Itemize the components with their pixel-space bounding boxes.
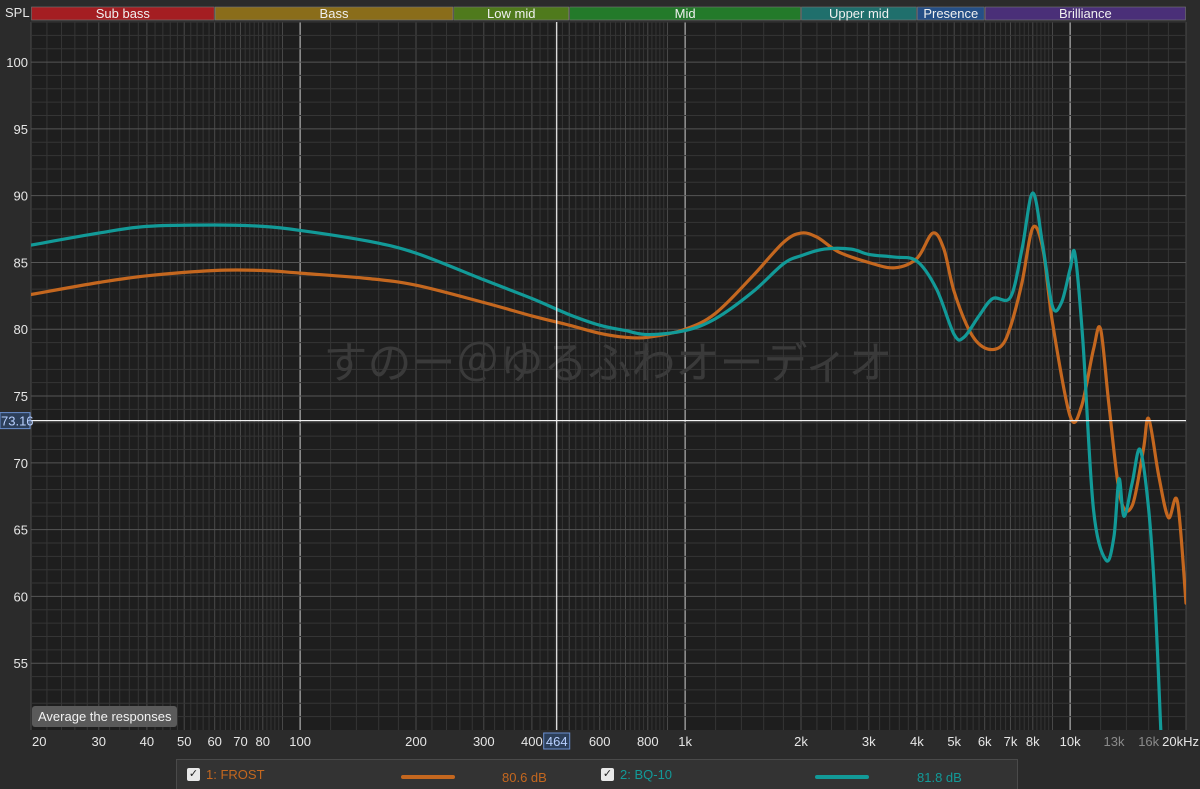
x-tick-label: 300 (473, 734, 495, 749)
y-tick-label: 70 (14, 456, 28, 471)
cursor-x-readout: 464 (546, 734, 568, 749)
frequency-response-chart[interactable]: Sub bass Bass Low mid Mid Upper mid Presence B… (0, 0, 1200, 788)
x-tick-label: 70 (233, 734, 247, 749)
band-label: Upper mid (829, 6, 889, 21)
legend-item-frost[interactable]: ✓ 1: FROST (187, 767, 265, 782)
x-tick-label: 100 (289, 734, 311, 749)
y-tick-label: 55 (14, 656, 28, 671)
x-tick-label: 50 (177, 734, 191, 749)
x-tick-label: 200 (405, 734, 427, 749)
x-tick-label: 80 (256, 734, 270, 749)
band-label: Low mid (487, 6, 535, 21)
x-tick-label: 3k (862, 734, 876, 749)
y-tick-label: 100 (6, 55, 28, 70)
x-tick-label: 60 (207, 734, 221, 749)
x-tick-label: 2k (794, 734, 808, 749)
x-tick-label: 40 (140, 734, 154, 749)
legend-avg-bq10: 81.8 dB (917, 770, 962, 785)
y-tick-label: 65 (14, 523, 28, 538)
legend-item-bq10[interactable]: ✓ 2: BQ-10 (601, 767, 672, 782)
y-tick-label: 75 (14, 389, 28, 404)
x-tick-label: 20 (32, 734, 46, 749)
x-tick-label: 30 (92, 734, 106, 749)
band-label: Bass (320, 6, 349, 21)
watermark: すのー＠ゆるふわオーディオ (324, 338, 893, 389)
y-tick-label: 80 (14, 322, 28, 337)
checkbox-bq10[interactable]: ✓ (601, 768, 614, 781)
x-tick-label: 5k (947, 734, 961, 749)
x-tick-label: 7k (1004, 734, 1018, 749)
y-tick-label: 85 (14, 255, 28, 270)
x-tick-label: 20kHz (1162, 734, 1199, 749)
band-label: Sub bass (96, 6, 151, 21)
legend-label-frost: 1: FROST (206, 767, 265, 782)
legend-label-bq10: 2: BQ-10 (620, 767, 673, 782)
x-tick-label: 4k (910, 734, 924, 749)
y-axis-label: SPL (5, 5, 30, 20)
legend-avg-frost: 80.6 dB (502, 770, 547, 785)
band-label: Brilliance (1059, 6, 1112, 21)
x-tick-label: 10k (1060, 734, 1081, 749)
y-tick-label: 90 (14, 189, 28, 204)
x-tick-label: 16k (1138, 734, 1159, 749)
cursor-y-readout: 73.16 (1, 414, 34, 429)
x-tick-label: 13k (1103, 734, 1124, 749)
x-tick-label: 8k (1026, 734, 1040, 749)
legend-line-frost (401, 775, 455, 779)
legend-bar: ✓ 1: FROST 80.6 dB ✓ 2: BQ-10 81.8 dB (176, 759, 1018, 789)
checkbox-frost[interactable]: ✓ (187, 768, 200, 781)
x-tick-label: 600 (589, 734, 611, 749)
frequency-band-bar: Sub bass Bass Low mid Mid Upper mid Presence B… (31, 6, 1186, 21)
legend-line-bq10 (815, 775, 869, 779)
average-responses-button[interactable]: Average the responses (32, 706, 178, 727)
band-label: Presence (923, 6, 978, 21)
y-tick-label: 60 (14, 589, 28, 604)
y-tick-label: 95 (14, 122, 28, 137)
band-label: Mid (675, 6, 696, 21)
x-tick-label: 6k (978, 734, 992, 749)
x-tick-label: 400 (521, 734, 543, 749)
x-tick-label: 1k (678, 734, 692, 749)
x-tick-label: 800 (637, 734, 659, 749)
